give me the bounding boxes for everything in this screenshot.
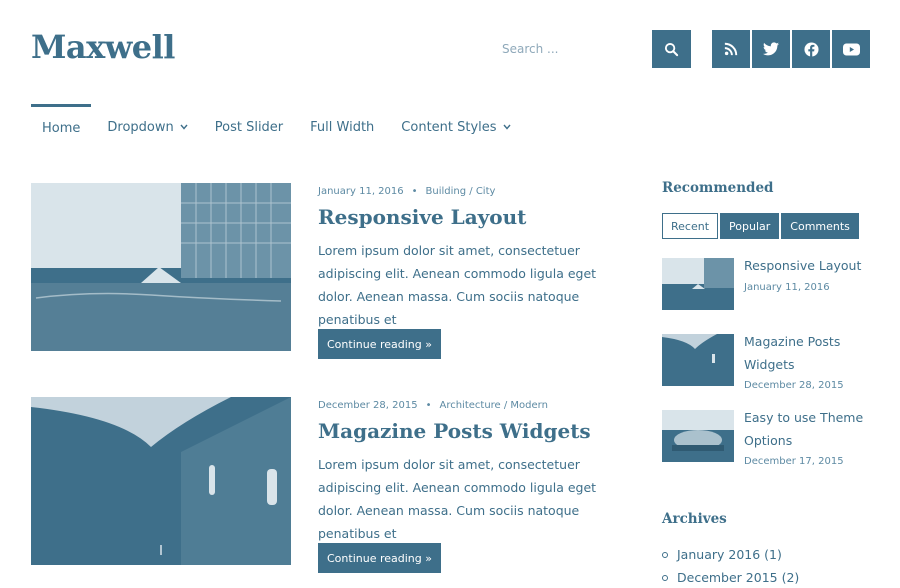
archive-label: January 2016 (1) [677, 547, 782, 562]
tab-comments[interactable]: Comments [781, 213, 859, 239]
post-categories[interactable]: Building / City [426, 186, 496, 197]
youtube-button[interactable] [832, 30, 870, 68]
post-categories[interactable]: Architecture / Modern [439, 400, 547, 411]
building-image [31, 183, 291, 351]
post-excerpt: Lorem ipsum dolor sit amet, consectetuer… [318, 457, 597, 541]
archive-link[interactable]: January 2016 (1) [662, 547, 782, 562]
recent-post-date: December 28, 2015 [744, 380, 844, 391]
archive-label: December 2015 (2) [677, 570, 800, 585]
recent-post-thumbnail[interactable] [662, 258, 734, 310]
nav-label: Content Styles [401, 119, 497, 135]
tab-recent[interactable]: Recent [662, 213, 719, 239]
sidebar-tabs: Recent Popular Comments [662, 213, 861, 239]
nav-label: Full Width [310, 119, 375, 135]
bullet-icon [662, 551, 668, 558]
main-navigation: Home Dropdown Post Slider Full Width Con… [31, 104, 527, 150]
bullet-icon [662, 574, 668, 581]
post-date[interactable]: December 28, 2015 [318, 400, 418, 411]
nav-item-dropdown[interactable]: Dropdown [96, 104, 198, 150]
nav-label: Home [42, 121, 81, 136]
rss-button[interactable] [712, 30, 750, 68]
recent-post-title[interactable]: Magazine Posts Widgets [744, 330, 874, 376]
twitter-icon [763, 42, 779, 56]
nav-item-content-styles[interactable]: Content Styles [390, 104, 521, 150]
continue-reading-button[interactable]: Continue reading » [318, 329, 441, 359]
recent-post-title[interactable]: Easy to use Theme Options [744, 406, 874, 452]
site-logo[interactable]: Maxwell [31, 28, 175, 66]
continue-reading-button[interactable]: Continue reading » [318, 543, 441, 573]
facebook-icon [803, 41, 819, 57]
post-title[interactable]: Responsive Layout [318, 205, 526, 229]
post-thumbnail[interactable] [31, 397, 291, 565]
chevron-down-icon [503, 124, 511, 130]
nav-label: Dropdown [107, 119, 174, 135]
chevron-down-icon [180, 124, 188, 130]
youtube-icon [842, 43, 860, 55]
post-date[interactable]: January 11, 2016 [318, 186, 404, 197]
search-button[interactable] [652, 30, 691, 68]
facebook-button[interactable] [792, 30, 830, 68]
nav-item-post-slider[interactable]: Post Slider [204, 104, 294, 150]
post-thumbnail[interactable] [31, 183, 291, 351]
nav-item-full-width[interactable]: Full Width [299, 104, 385, 150]
nav-label: Post Slider [214, 119, 284, 135]
search-input[interactable] [492, 30, 650, 68]
tab-popular[interactable]: Popular [720, 213, 780, 239]
archive-link[interactable]: December 2015 (2) [662, 570, 799, 585]
nav-item-home[interactable]: Home [31, 104, 92, 150]
recent-post-date: January 11, 2016 [744, 282, 830, 293]
recommended-heading: Recommended [662, 180, 774, 196]
recent-post-thumbnail[interactable] [662, 334, 734, 386]
twitter-button[interactable] [752, 30, 790, 68]
post-meta: January 11, 2016 • Building / City [318, 186, 496, 197]
post-excerpt: Lorem ipsum dolor sit amet, consectetuer… [318, 243, 597, 327]
rss-icon [724, 42, 738, 56]
recent-post-thumbnail[interactable] [662, 410, 734, 462]
archives-heading: Archives [662, 511, 727, 527]
post-title[interactable]: Magazine Posts Widgets [318, 419, 591, 443]
recent-post-date: December 17, 2015 [744, 456, 844, 467]
architecture-image [31, 397, 291, 565]
post-meta: December 28, 2015 • Architecture / Modern [318, 400, 548, 411]
recent-post-title[interactable]: Responsive Layout [744, 254, 874, 277]
search-icon [664, 42, 679, 56]
